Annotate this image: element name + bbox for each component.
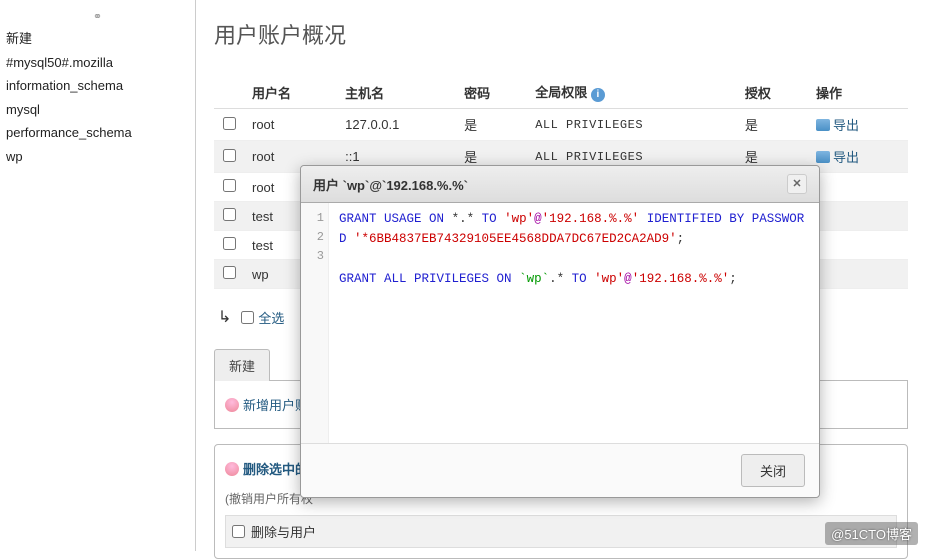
modal-close-btn[interactable]: 关闭: [741, 454, 805, 487]
export-icon: [816, 151, 830, 163]
sidebar-item-db[interactable]: performance_schema: [6, 121, 189, 145]
sidebar-item-db[interactable]: #mysql50#.mozilla: [6, 51, 189, 75]
modal-header[interactable]: 用户 `wp`@`192.168.%.%` ✕: [301, 166, 819, 203]
link-icon: ⚭: [6, 10, 189, 23]
add-user-link[interactable]: 新增用户账: [225, 391, 308, 418]
sidebar-item-db[interactable]: mysql: [6, 98, 189, 122]
modal-body: 123 GRANT USAGE ON *.* TO 'wp'@'192.168.…: [301, 203, 819, 443]
row-checkbox[interactable]: [223, 179, 236, 192]
sql-code-area[interactable]: GRANT USAGE ON *.* TO 'wp'@'192.168.%.%'…: [329, 203, 819, 443]
header-global-priv[interactable]: 全局权限 i: [527, 76, 737, 109]
row-checkbox[interactable]: [223, 208, 236, 221]
cell-pwd: 是: [456, 109, 527, 141]
sidebar-item-db[interactable]: wp: [6, 145, 189, 169]
export-link[interactable]: 导出: [816, 115, 859, 134]
sidebar: ⚭ 新建 #mysql50#.mozilla information_schem…: [0, 0, 196, 551]
export-link[interactable]: 导出: [816, 147, 859, 166]
delete-selected-title: 删除选中的: [225, 455, 308, 482]
select-all[interactable]: 全选: [241, 308, 284, 327]
header-password[interactable]: 密码: [456, 76, 527, 109]
row-checkbox[interactable]: [223, 266, 236, 279]
person-icon: [225, 398, 239, 412]
header-action: 操作: [808, 76, 908, 109]
code-line-gutter: 123: [301, 203, 329, 443]
sidebar-item-db[interactable]: information_schema: [6, 74, 189, 98]
delete-db-checkbox[interactable]: [232, 525, 245, 538]
table-row[interactable]: root 127.0.0.1 是 ALL PRIVILEGES 是 导出: [214, 109, 908, 141]
export-icon: [816, 119, 830, 131]
delete-db-option[interactable]: 删除与用户: [225, 515, 897, 548]
delete-db-label: 删除与用户: [251, 522, 316, 541]
cell-user: root: [244, 109, 337, 141]
sidebar-item-new[interactable]: 新建: [6, 27, 189, 51]
modal-footer: 关闭: [301, 443, 819, 497]
modal-title: 用户 `wp`@`192.168.%.%`: [313, 175, 468, 194]
row-checkbox[interactable]: [223, 117, 236, 130]
header-host[interactable]: 主机名: [337, 76, 456, 109]
arrow-up-icon: ↳: [218, 307, 231, 327]
row-checkbox[interactable]: [223, 149, 236, 162]
select-all-checkbox[interactable]: [241, 311, 254, 324]
sql-modal: 用户 `wp`@`192.168.%.%` ✕ 123 GRANT USAGE …: [300, 165, 820, 498]
new-section-tab[interactable]: 新建: [214, 349, 270, 381]
row-checkbox[interactable]: [223, 237, 236, 250]
cell-priv: ALL PRIVILEGES: [527, 109, 737, 141]
select-all-label: 全选: [258, 308, 284, 327]
page-title: 用户账户概况: [214, 18, 908, 50]
cell-grant: 是: [737, 109, 808, 141]
header-grant[interactable]: 授权: [737, 76, 808, 109]
cell-host: 127.0.0.1: [337, 109, 456, 141]
info-icon[interactable]: i: [591, 88, 605, 102]
header-checkbox-col: [214, 76, 244, 109]
watermark: @51CTO博客: [825, 522, 918, 545]
modal-close-button[interactable]: ✕: [787, 174, 807, 194]
header-username[interactable]: 用户名: [244, 76, 337, 109]
person-delete-icon: [225, 462, 239, 476]
